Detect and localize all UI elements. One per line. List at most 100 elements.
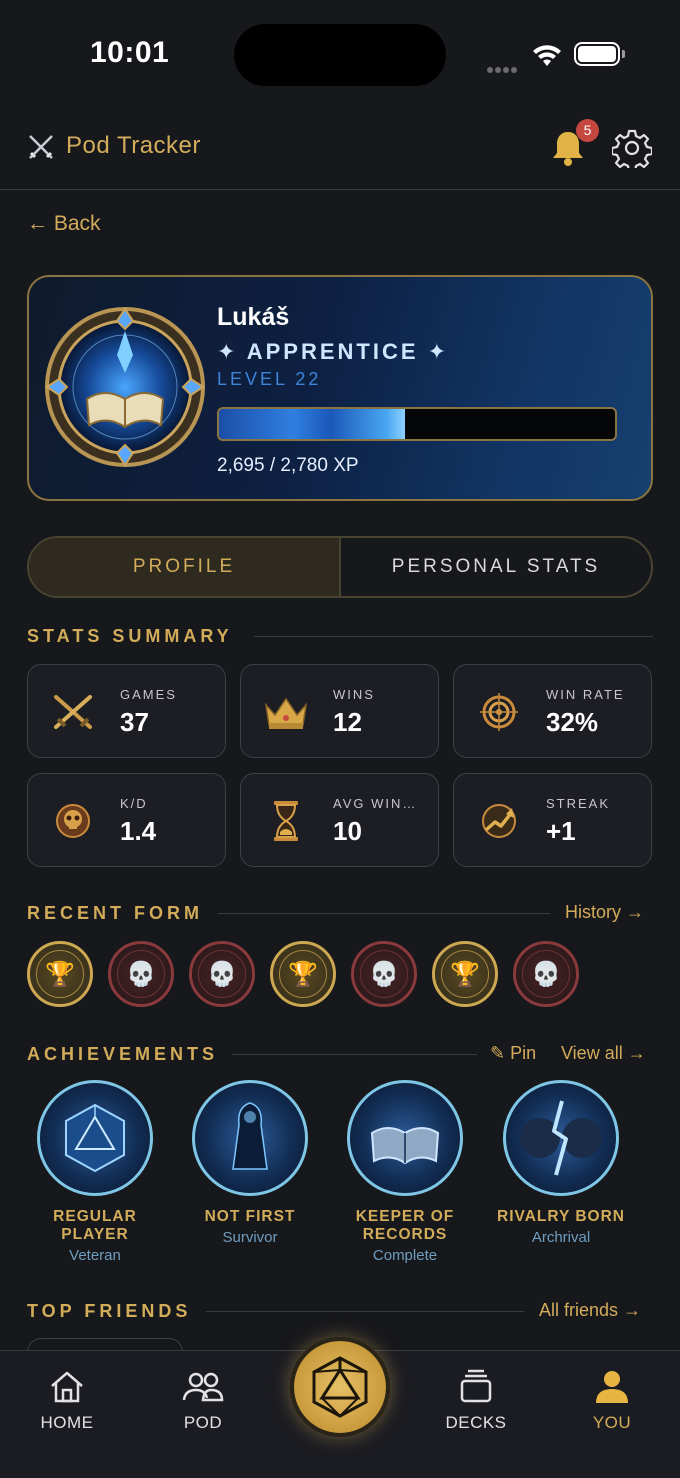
hooded-figure-icon — [192, 1080, 308, 1196]
trophy-icon: 🏆 — [441, 950, 489, 998]
battery-icon — [574, 42, 625, 66]
target-icon — [480, 693, 518, 731]
view-all-achievements-link[interactable]: View all → — [561, 1043, 646, 1064]
stat-card-games[interactable]: GAMES 37 — [27, 664, 226, 758]
stat-label: WIN RATE — [546, 687, 625, 702]
stat-value: 37 — [120, 707, 149, 737]
skull-icon: 💀 — [522, 950, 570, 998]
xp-progress-fill — [219, 409, 406, 439]
nav-label: HOME — [40, 1413, 94, 1432]
skull-icon: 💀 — [117, 950, 165, 998]
achievement-subtitle: Survivor — [222, 1229, 278, 1246]
stat-card-win-rate[interactable]: WIN RATE 32% — [453, 664, 652, 758]
xp-progress-bar — [217, 407, 617, 441]
achievement-name: REGULAR PLAYER — [53, 1208, 137, 1243]
history-link[interactable]: History → — [565, 902, 644, 923]
stat-card-wins[interactable]: WINS 12 — [240, 664, 439, 758]
skull-icon: 💀 — [198, 950, 246, 998]
tab-profile[interactable]: PROFILE — [29, 538, 341, 596]
people-icon — [182, 1372, 224, 1402]
crossed-swords-logo-icon — [29, 135, 53, 159]
achievement-keeper-of-records[interactable]: KEEPER OF RECORDS Complete — [330, 1080, 480, 1264]
form-result-loss[interactable]: 💀 — [189, 941, 255, 1007]
home-icon — [51, 1371, 83, 1403]
form-result-win[interactable]: 🏆 — [432, 941, 498, 1007]
achievement-not-first[interactable]: NOT FIRST Survivor — [175, 1080, 325, 1246]
section-divider — [206, 1311, 524, 1312]
stat-value: 32% — [546, 707, 599, 737]
trophy-icon: 🏆 — [279, 950, 327, 998]
achievement-name: RIVALRY BORN — [497, 1208, 625, 1225]
trend-up-icon — [482, 804, 516, 838]
form-result-win[interactable]: 🏆 — [27, 941, 93, 1007]
stat-card-kd[interactable]: K/D 1.4 — [27, 773, 226, 867]
nav-pod[interactable]: POD — [153, 1367, 253, 1433]
form-result-loss[interactable]: 💀 — [513, 941, 579, 1007]
form-result-win[interactable]: 🏆 — [270, 941, 336, 1007]
log-game-d20-button[interactable] — [290, 1337, 390, 1437]
achievements-heading: ACHIEVEMENTS — [27, 1044, 219, 1064]
achievement-subtitle: Complete — [372, 1247, 438, 1264]
skull-emblem-icon — [56, 804, 90, 838]
stat-label: K/D — [120, 796, 148, 811]
crown-icon — [264, 697, 308, 729]
tab-personal-stats[interactable]: PERSONAL STATS — [341, 538, 651, 596]
nav-home[interactable]: HOME — [17, 1367, 117, 1433]
profile-level: LEVEL 22 — [217, 369, 322, 389]
stat-label: AVG WIN… — [333, 796, 418, 811]
apprentice-book-emblem-icon — [45, 307, 205, 467]
nav-label: YOU — [592, 1413, 632, 1432]
achievement-subtitle: Veteran — [69, 1247, 121, 1264]
achievement-name: KEEPER OF RECORDS — [355, 1208, 455, 1243]
top-friends-heading: TOP FRIENDS — [27, 1301, 192, 1321]
form-result-loss[interactable]: 💀 — [108, 941, 174, 1007]
profile-name: Lukáš — [217, 303, 290, 331]
all-friends-link[interactable]: All friends → — [539, 1300, 641, 1321]
stat-value: 12 — [333, 707, 362, 737]
cellular-signal-icon — [487, 60, 519, 78]
xp-text: 2,695 / 2,780 XP — [217, 455, 359, 476]
user-icon — [596, 1371, 628, 1403]
nav-you[interactable]: YOU — [562, 1367, 662, 1433]
achievement-rivalry-born[interactable]: RIVALRY BORN Archrival — [486, 1080, 636, 1246]
nav-decks[interactable]: DECKS — [426, 1367, 526, 1433]
stat-card-avg-win[interactable]: AVG WIN… 10 — [240, 773, 439, 867]
skull-icon: 💀 — [360, 950, 408, 998]
stat-label: STREAK — [546, 796, 611, 811]
crossed-swords-icon — [54, 695, 92, 729]
notification-count-badge: 5 — [576, 119, 599, 142]
d20-die-icon — [312, 1356, 368, 1418]
section-divider — [218, 913, 550, 914]
d20-die-icon — [37, 1080, 153, 1196]
stat-value: 1.4 — [120, 816, 157, 846]
recent-form-heading: RECENT FORM — [27, 903, 203, 923]
stat-value: 10 — [333, 816, 362, 846]
bottom-navigation: HOME POD DECKS YOU — [0, 1337, 680, 1478]
achievement-regular-player[interactable]: REGULAR PLAYER Veteran — [20, 1080, 170, 1264]
profile-tab-bar: PROFILE PERSONAL STATS — [27, 536, 653, 598]
achievement-subtitle: Archrival — [531, 1229, 591, 1246]
stat-label: GAMES — [120, 687, 177, 702]
form-result-loss[interactable]: 💀 — [351, 941, 417, 1007]
tome-icon — [347, 1080, 463, 1196]
profile-rank-title: ✦ APPRENTICE ✦ — [217, 339, 450, 364]
hourglass-icon — [274, 801, 298, 841]
achievement-name: NOT FIRST — [204, 1208, 296, 1225]
status-bar: 10:01 — [0, 0, 680, 110]
lightning-rivals-icon — [503, 1080, 619, 1196]
stats-summary-heading: STATS SUMMARY — [27, 626, 233, 646]
nav-label: DECKS — [445, 1413, 507, 1432]
stat-card-streak[interactable]: STREAK +1 — [453, 773, 652, 867]
settings-gear-icon[interactable] — [612, 128, 652, 168]
wifi-icon — [533, 45, 561, 66]
app-title: Pod Tracker — [66, 132, 201, 159]
pin-achievements-button[interactable]: ✎ Pin — [490, 1043, 536, 1064]
section-divider — [254, 636, 653, 637]
nav-label: POD — [183, 1413, 223, 1432]
trophy-icon: 🏆 — [36, 950, 84, 998]
stat-label: WINS — [333, 687, 375, 702]
app-header: Pod Tracker 5 — [0, 110, 680, 190]
cards-stack-icon — [460, 1369, 492, 1403]
back-link[interactable]: ← Back — [27, 212, 101, 236]
stat-value: +1 — [546, 816, 576, 846]
